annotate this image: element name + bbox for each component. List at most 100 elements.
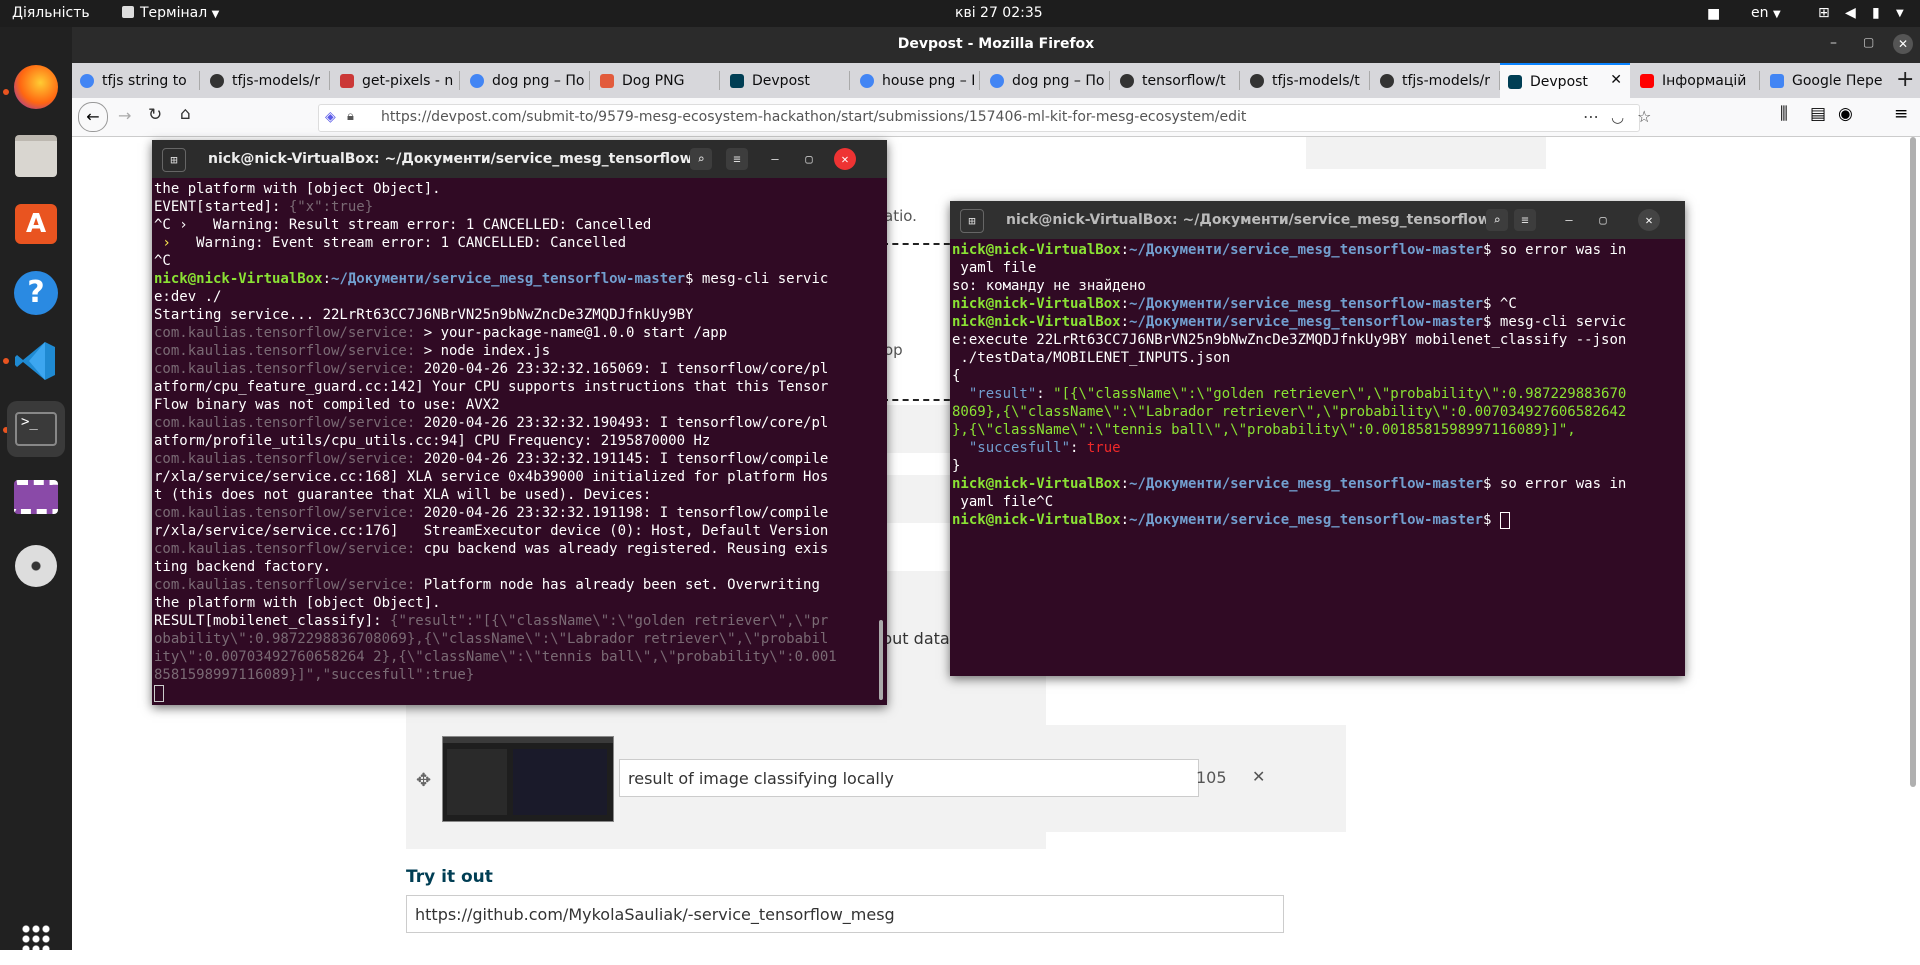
network-icon[interactable]: ⊞	[1818, 5, 1830, 21]
activities-button[interactable]: Діяльність	[12, 5, 90, 21]
tab[interactable]: dog png – По	[982, 63, 1110, 98]
page-actions-icon[interactable]: ⋯	[1583, 107, 1599, 126]
terminal-window-right: ⊞ nick@nick-VirtualBox: ~/Документи/serv…	[950, 201, 1685, 676]
back-button[interactable]: ←	[78, 102, 108, 132]
system-menu-chevron-icon[interactable]: ▼	[1896, 8, 1904, 19]
google-icon	[860, 73, 874, 88]
tab[interactable]: Google Пере	[1762, 63, 1890, 98]
google-icon	[470, 73, 484, 88]
firefox-icon[interactable]	[10, 61, 62, 113]
forward-button[interactable]: →	[118, 106, 131, 125]
maximize-button[interactable]: ▢	[798, 148, 820, 170]
hamburger-menu-icon[interactable]: ≡	[726, 148, 748, 170]
vscode-icon[interactable]	[10, 335, 62, 387]
disc-icon[interactable]	[10, 540, 62, 592]
terminal-title: nick@nick-VirtualBox: ~/Документи/servic…	[1006, 212, 1506, 228]
terminal-window-left: ⊞ nick@nick-VirtualBox: ~/Документи/serv…	[152, 140, 887, 705]
running-indicator	[3, 89, 9, 95]
terminal-title: nick@nick-VirtualBox: ~/Документи/servic…	[208, 151, 708, 167]
tab[interactable]: dog png – По	[462, 63, 590, 98]
help-icon[interactable]: ?	[10, 267, 62, 319]
tab[interactable]: tfjs string to	[72, 63, 200, 98]
search-icon[interactable]: ⌕	[690, 148, 712, 170]
minimize-button[interactable]: –	[764, 148, 786, 170]
tab[interactable]: tfjs-models/t	[1242, 63, 1370, 98]
tab[interactable]: Dog PNG	[592, 63, 720, 98]
url-bar[interactable]: ◈ 🔒︎ https://devpost.com/submit-to/9579-…	[318, 104, 1651, 132]
sidebar-icon[interactable]: ▤	[1810, 104, 1826, 124]
close-tab-icon[interactable]: ✕	[1610, 72, 1622, 88]
new-tab-icon[interactable]: ⊞	[162, 148, 186, 172]
tab[interactable]: tfjs-models/r	[202, 63, 330, 98]
google-translate-icon	[1770, 73, 1784, 88]
pngimg-icon	[600, 73, 614, 88]
bookmark-star-icon[interactable]: ☆	[1637, 107, 1651, 126]
menu-icon[interactable]: ≡	[1894, 104, 1908, 124]
tracking-protection-icon[interactable]: ◈	[325, 109, 336, 125]
terminal-scrollbar[interactable]	[879, 620, 883, 700]
github-icon	[210, 73, 224, 88]
tab-strip: tfjs string to tfjs-models/r get-pixels …	[72, 63, 1920, 98]
maximize-button[interactable]: ▢	[1592, 209, 1614, 231]
minimize-button[interactable]: –	[1830, 35, 1837, 51]
video-editor-icon[interactable]	[10, 471, 62, 523]
google-icon	[990, 73, 1004, 88]
close-button[interactable]: ✕	[1638, 209, 1660, 231]
volume-icon[interactable]: ◀	[1845, 5, 1856, 21]
tab[interactable]: Devpost	[722, 63, 850, 98]
new-tab-icon[interactable]: ⊞	[960, 209, 984, 233]
tab[interactable]: tfjs-models/r	[1372, 63, 1500, 98]
github-icon	[1250, 73, 1264, 88]
home-button[interactable]: ⌂	[180, 104, 191, 124]
camera-icon[interactable]: ■	[1707, 6, 1720, 22]
system-top-bar: Діяльність Термінал ▼ кві 27 02:35 ■ en …	[0, 0, 1920, 27]
new-tab-button[interactable]: +	[1896, 67, 1914, 92]
lock-icon[interactable]: 🔒︎	[347, 109, 354, 124]
maximize-button[interactable]: ▢	[1863, 35, 1874, 49]
tab[interactable]: tensorflow/t	[1112, 63, 1240, 98]
drag-handle-icon[interactable]: ✥	[416, 770, 431, 791]
hamburger-menu-icon[interactable]: ≡	[1514, 209, 1536, 231]
software-center-icon[interactable]: A	[10, 198, 62, 250]
library-icon[interactable]: ⫼	[1780, 104, 1788, 124]
remove-image-button[interactable]: ✕	[1252, 767, 1265, 786]
firefox-titlebar: Devpost - Mozilla Firefox – ▢ ✕	[72, 27, 1920, 63]
minimize-button[interactable]: –	[1558, 209, 1580, 231]
close-button[interactable]: ✕	[834, 148, 856, 170]
reload-button[interactable]: ↻	[148, 105, 162, 125]
tab[interactable]: house png – I	[852, 63, 980, 98]
page-scrollbar[interactable]	[1910, 137, 1916, 787]
window-title: Devpost - Mozilla Firefox	[897, 36, 1095, 52]
close-button[interactable]: ✕	[1893, 34, 1913, 54]
language-indicator[interactable]: en ▼	[1751, 5, 1781, 21]
battery-icon[interactable]: ▮	[1872, 5, 1880, 21]
try-it-out-url-input[interactable]: https://github.com/MykolaSauliak/-servic…	[406, 895, 1284, 933]
image-caption-row: ✥ result of image classifying locally 10…	[406, 725, 1346, 832]
chevron-down-icon: ▼	[211, 9, 220, 20]
url-text: https://devpost.com/submit-to/9579-mesg-…	[381, 109, 1247, 125]
caption-input[interactable]: result of image classifying locally	[619, 759, 1199, 797]
tab-active[interactable]: Devpost ✕	[1500, 63, 1630, 98]
terminal-output[interactable]: the platform with [object Object]. EVENT…	[154, 180, 883, 703]
tab[interactable]: Інформацій	[1632, 63, 1760, 98]
tab[interactable]: get-pixels - n	[332, 63, 460, 98]
sidebar-box	[1306, 137, 1546, 169]
account-icon[interactable]: ◉	[1838, 104, 1853, 124]
search-icon[interactable]: ⌕	[1486, 209, 1508, 231]
github-icon	[1120, 73, 1134, 88]
google-icon	[80, 73, 94, 88]
try-it-out-heading: Try it out	[406, 867, 493, 887]
pocket-icon[interactable]: ◡	[1611, 108, 1624, 126]
terminal-icon[interactable]: >_	[7, 401, 65, 457]
youtube-icon	[1640, 73, 1654, 88]
show-applications-icon[interactable]	[10, 913, 62, 965]
text-fragment: atio.	[884, 207, 917, 225]
terminal-output[interactable]: nick@nick-VirtualBox:~/Документи/service…	[952, 241, 1681, 674]
clock[interactable]: кві 27 02:35	[955, 5, 1043, 21]
terminal-app-menu[interactable]: Термінал ▼	[122, 5, 219, 21]
terminal-titlebar: ⊞ nick@nick-VirtualBox: ~/Документи/serv…	[152, 140, 887, 178]
files-icon[interactable]	[10, 130, 62, 182]
github-icon	[1380, 73, 1394, 88]
terminal-cursor	[1499, 511, 1510, 529]
terminal-icon	[122, 6, 134, 18]
